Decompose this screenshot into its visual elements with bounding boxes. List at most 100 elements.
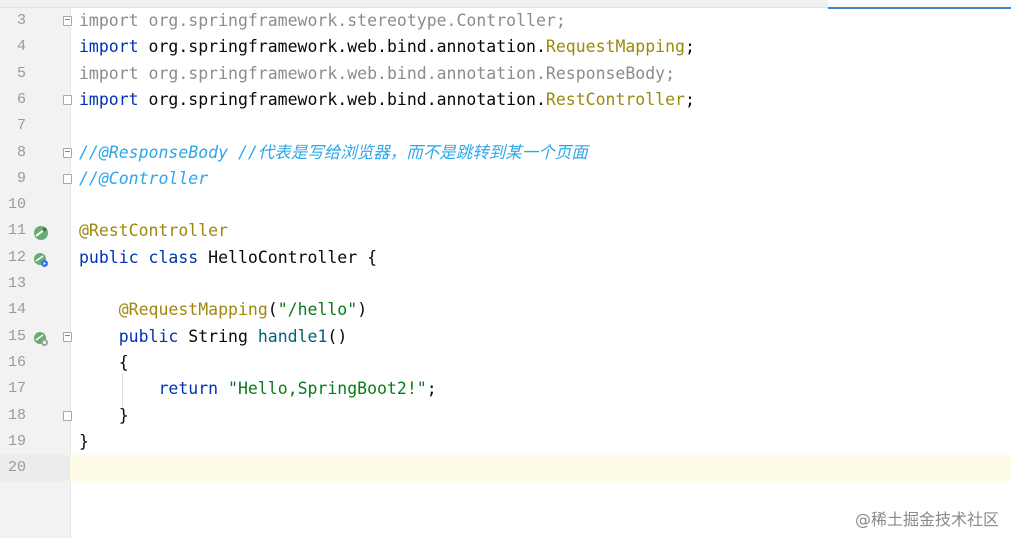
code-line[interactable]: 6 import org.springframework.web.bind.ann… [0, 87, 1011, 113]
code-token: ; [426, 379, 437, 399]
code-line[interactable]: 8 //@ResponseBody //代表是写给浏览器，而不是跳转到某一个页面 [0, 140, 1011, 166]
line-number: 4 [16, 38, 26, 56]
line-number: 7 [16, 117, 26, 135]
line-number: 5 [16, 64, 26, 82]
code-token: ) [357, 300, 368, 320]
code-line[interactable]: 17 return "Hello,SpringBoot2!"; [0, 376, 1011, 402]
code-token: RestController [545, 89, 685, 109]
line-number: 8 [16, 143, 26, 161]
gutter-cell: 14 [0, 297, 70, 323]
line-number: 15 [7, 327, 26, 345]
line-number: 19 [7, 432, 26, 450]
code-text: //@Controller [79, 166, 208, 192]
line-number: 10 [7, 196, 26, 214]
watermark: @稀土掘金技术社区 [854, 510, 999, 529]
gutter-cell: 15 [0, 324, 72, 350]
code-token: "/hello" [277, 300, 358, 320]
fold-end-icon[interactable] [63, 173, 72, 184]
code-token: org.springframework.stereotype.Controlle… [148, 11, 566, 30]
code-line[interactable]: 13 [0, 271, 1011, 297]
code-line[interactable]: 7 [0, 113, 1011, 139]
gutter-cell: 10 [0, 192, 70, 218]
code-line[interactable]: 11 @RestController [0, 218, 1011, 244]
code-token: public [118, 326, 189, 346]
code-text: import org.springframework.web.bind.anno… [79, 34, 695, 60]
line-number: 6 [16, 90, 26, 108]
fold-collapse-icon[interactable] [63, 331, 72, 342]
gutter-cell: 16 [0, 350, 70, 376]
gutter-cell: 13 [0, 271, 70, 297]
code-line[interactable]: 19} [0, 429, 1011, 455]
fold-end-icon[interactable] [63, 410, 72, 421]
code-text: } [79, 429, 89, 455]
code-token: import [79, 63, 149, 83]
code-line[interactable]: 15 public String handle1() [0, 324, 1011, 350]
line-number: 16 [7, 353, 26, 371]
fold-collapse-icon[interactable] [63, 16, 72, 26]
line-number: 9 [16, 169, 26, 187]
code-text: import org.springframework.web.bind.anno… [79, 61, 675, 87]
gutter-cell: 7 [0, 113, 70, 139]
code-editor[interactable]: 3 import org.springframework.stereotype.C… [0, 8, 1011, 538]
code-text: public String handle1() [79, 324, 348, 350]
code-text: //@ResponseBody //代表是写给浏览器，而不是跳转到某一个页面 [79, 140, 588, 166]
code-token: "Hello,SpringBoot2!" [228, 379, 427, 399]
code-line[interactable]: 3 import org.springframework.stereotype.C… [0, 8, 1011, 34]
gutter-cell: 20 [0, 455, 70, 482]
gutter-cell: 3 [0, 8, 72, 34]
code-token: class [148, 247, 209, 267]
code-line[interactable]: 20 [0, 455, 1011, 482]
gutter-cell: 12 [0, 245, 70, 271]
code-text: @RestController [79, 218, 228, 244]
code-token: //@Controller [79, 168, 209, 188]
code-text: return "Hello,SpringBoot2!"; [79, 376, 437, 402]
gutter-cell: 6 [0, 87, 72, 113]
line-number: 17 [7, 380, 26, 398]
gutter-cell: 4 [0, 34, 70, 60]
code-token: HelloController { [208, 247, 378, 267]
fold-collapse-icon[interactable] [63, 147, 72, 158]
code-token: handle1 [257, 326, 328, 346]
editor-tab-strip [0, 0, 1011, 9]
gutter-cell: 19 [0, 429, 70, 455]
code-line[interactable]: 18 } [0, 403, 1011, 429]
code-line[interactable]: 10 [0, 192, 1011, 218]
web-endpoint-icon[interactable] [33, 329, 49, 346]
code-line[interactable]: 14 @RequestMapping("/hello") [0, 297, 1011, 323]
code-token: { [79, 352, 129, 372]
run-gutter-icon[interactable] [33, 250, 49, 267]
code-token: public [79, 247, 149, 267]
code-text: import org.springframework.stereotype.Co… [79, 8, 566, 34]
line-number: 3 [16, 12, 26, 29]
code-token: ; [684, 37, 695, 57]
code-line[interactable]: 9 //@Controller [0, 166, 1011, 192]
code-token: import [79, 89, 149, 109]
code-token: String [188, 326, 258, 346]
line-number: 14 [7, 301, 26, 319]
spring-bean-icon[interactable] [33, 223, 49, 241]
code-token: return [158, 379, 229, 399]
code-line[interactable]: 12 public class HelloController { [0, 245, 1011, 271]
line-number: 11 [7, 222, 26, 240]
code-token: //@ResponseBody //代表是写给浏览器，而不是跳转到某一个页面 [79, 142, 588, 162]
code-text: @RequestMapping("/hello") [79, 297, 367, 323]
gutter-cell: 8 [0, 140, 72, 166]
code-text: public class HelloController { [79, 245, 377, 271]
line-number: 13 [7, 275, 26, 292]
line-number: 20 [7, 459, 26, 477]
code-token: () [327, 326, 348, 346]
code-token: import [79, 37, 149, 57]
code-token: org.springframework.web.bind.annotation. [148, 37, 546, 57]
fold-end-icon[interactable] [63, 94, 72, 105]
code-line[interactable]: 16 { [0, 350, 1011, 376]
gutter-cell: 5 [0, 61, 70, 87]
code-token: RequestMapping [545, 37, 685, 57]
code-token: } [79, 405, 129, 425]
code-token: import [79, 11, 149, 30]
code-line[interactable]: 4 import org.springframework.web.bind.ann… [0, 34, 1011, 60]
code-line[interactable]: 5 import org.springframework.web.bind.ann… [0, 61, 1011, 87]
code-token: ; [684, 89, 695, 109]
